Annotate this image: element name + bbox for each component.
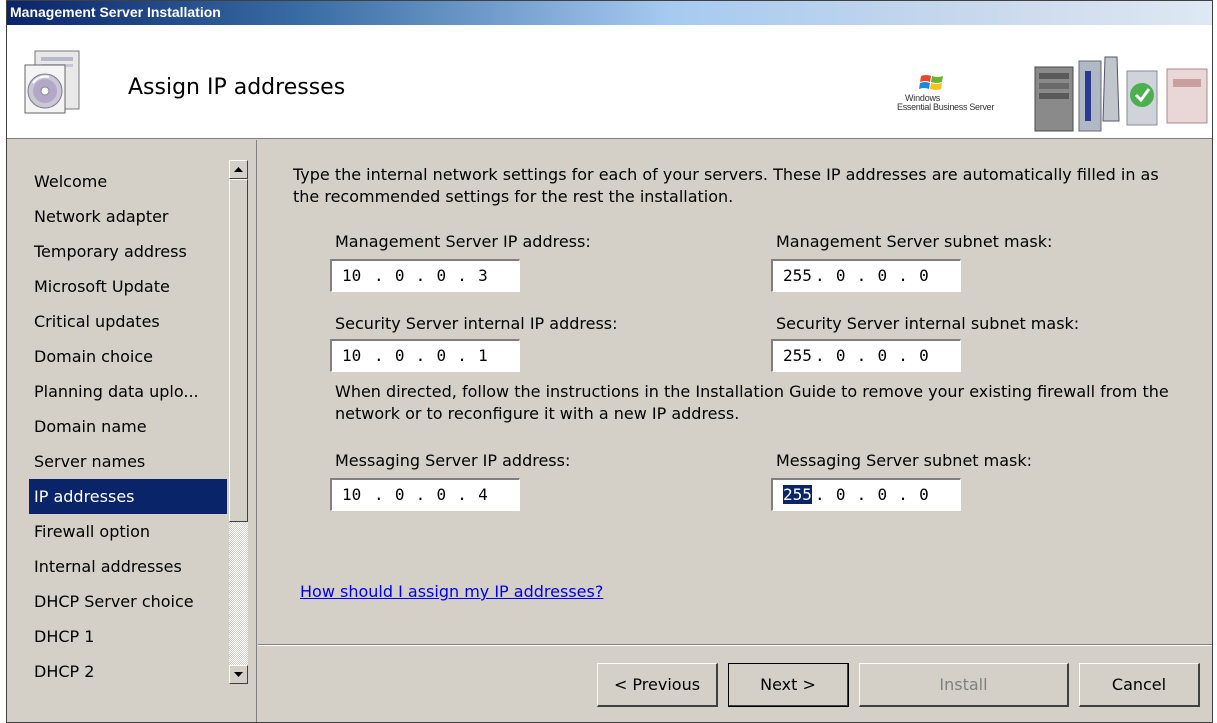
mgmt-mask-field[interactable]: 255. 0. 0. 0	[771, 259, 961, 292]
wizard-header: Assign IP addresses Windows Essential Bu…	[7, 25, 1212, 139]
nav-item[interactable]: Domain name	[29, 409, 227, 444]
wizard-step-list: Welcome Network adapter Temporary address M…	[7, 140, 257, 722]
ip-octet: 10	[342, 485, 362, 504]
ip-octet: 0	[919, 266, 929, 285]
installer-window: Management Server Installation Assign IP…	[6, 0, 1213, 723]
nav-item[interactable]: Critical updates	[29, 304, 227, 339]
step-list: Welcome Network adapter Temporary address M…	[29, 164, 227, 689]
cancel-button[interactable]: Cancel	[1079, 663, 1200, 707]
ip-octet: 0	[436, 485, 447, 504]
ip-octet: 0	[835, 485, 846, 504]
window-title: Management Server Installation	[10, 4, 221, 20]
ip-octet: 0	[436, 266, 447, 285]
nav-item[interactable]: Temporary address	[29, 234, 227, 269]
msg-mask-label: Messaging Server subnet mask:	[776, 451, 1033, 470]
ip-octet: 10	[342, 346, 362, 365]
firewall-note: When directed, follow the instructions i…	[335, 382, 1169, 423]
mgmt-ip-field[interactable]: 10. 0. 0. 3	[330, 259, 520, 292]
nav-item[interactable]: Domain choice	[29, 339, 227, 374]
ip-octet: 0	[877, 346, 888, 365]
msg-mask-field[interactable]: 255. 0. 0. 0	[771, 478, 961, 511]
ip-octet: 1	[478, 346, 488, 365]
brand-product-text: Essential Business Server	[897, 102, 995, 112]
scroll-up-button[interactable]	[229, 160, 248, 179]
footer-divider	[258, 644, 1212, 646]
ip-octet: 0	[394, 266, 405, 285]
previous-button[interactable]: < Previous	[597, 663, 718, 707]
ip-octet: 0	[835, 266, 846, 285]
nav-item[interactable]: IP addresses	[29, 479, 227, 514]
nav-item[interactable]: Microsoft Update	[29, 269, 227, 304]
windows-flag-icon	[919, 75, 943, 90]
nav-item[interactable]: DHCP 1	[29, 619, 227, 654]
scroll-down-button[interactable]	[229, 665, 248, 684]
ip-octet: 0	[919, 485, 929, 504]
arrow-down-icon	[234, 671, 243, 677]
ip-octet: 0	[436, 346, 447, 365]
nav-item[interactable]: Server names	[29, 444, 227, 479]
ip-octet: 255	[783, 346, 812, 365]
arrow-up-icon	[234, 166, 243, 172]
ip-octet: 0	[877, 485, 888, 504]
intro-text: Type the internal network settings for e…	[293, 165, 1159, 206]
nav-item[interactable]: Internal addresses	[29, 549, 227, 584]
nav-item[interactable]: Network adapter	[29, 199, 227, 234]
nav-item[interactable]: DHCP 2	[29, 654, 227, 689]
msg-ip-label: Messaging Server IP address:	[335, 451, 571, 470]
next-button[interactable]: Next >	[728, 663, 849, 707]
sec-ip-field[interactable]: 10. 0. 0. 1	[330, 339, 520, 372]
step-list-scrollbar[interactable]	[229, 160, 248, 684]
mgmt-ip-label: Management Server IP address:	[335, 232, 591, 251]
ip-octet: 4	[478, 485, 488, 504]
ip-octet: 10	[342, 266, 362, 285]
mgmt-mask-label: Management Server subnet mask:	[776, 232, 1053, 251]
nav-item[interactable]: Welcome	[29, 164, 227, 199]
nav-item[interactable]: Firewall option	[29, 514, 227, 549]
nav-item[interactable]: Planning data uplo...	[29, 374, 227, 409]
install-button[interactable]: Install	[859, 663, 1069, 707]
sec-mask-label: Security Server internal subnet mask:	[776, 314, 1080, 333]
ip-octet: 3	[478, 266, 488, 285]
page-title: Assign IP addresses	[128, 75, 346, 100]
ip-octet: 0	[394, 485, 405, 504]
ip-octet: 0	[394, 346, 405, 365]
msg-ip-field[interactable]: 10. 0. 0. 4	[330, 478, 520, 511]
ip-help-link[interactable]: How should I assign my IP addresses?	[300, 582, 603, 601]
nav-item[interactable]: DHCP Server choice	[29, 584, 227, 619]
setup-disc-icon	[24, 50, 80, 114]
sec-mask-field[interactable]: 255. 0. 0. 0	[771, 339, 961, 372]
ip-octet: 0	[919, 346, 929, 365]
windows-ebs-logo: Windows Essential Business Server	[897, 73, 1033, 113]
ip-octet: 0	[877, 266, 888, 285]
scroll-thumb[interactable]	[229, 179, 248, 522]
title-bar: Management Server Installation	[7, 1, 1212, 25]
server-tools-graphic	[1027, 51, 1212, 137]
ip-octet: 0	[835, 346, 846, 365]
ip-octet: 255	[783, 485, 812, 504]
ip-octet: 255	[783, 266, 812, 285]
sec-ip-label: Security Server internal IP address:	[335, 314, 618, 333]
main-content: Type the internal network settings for e…	[258, 140, 1212, 644]
